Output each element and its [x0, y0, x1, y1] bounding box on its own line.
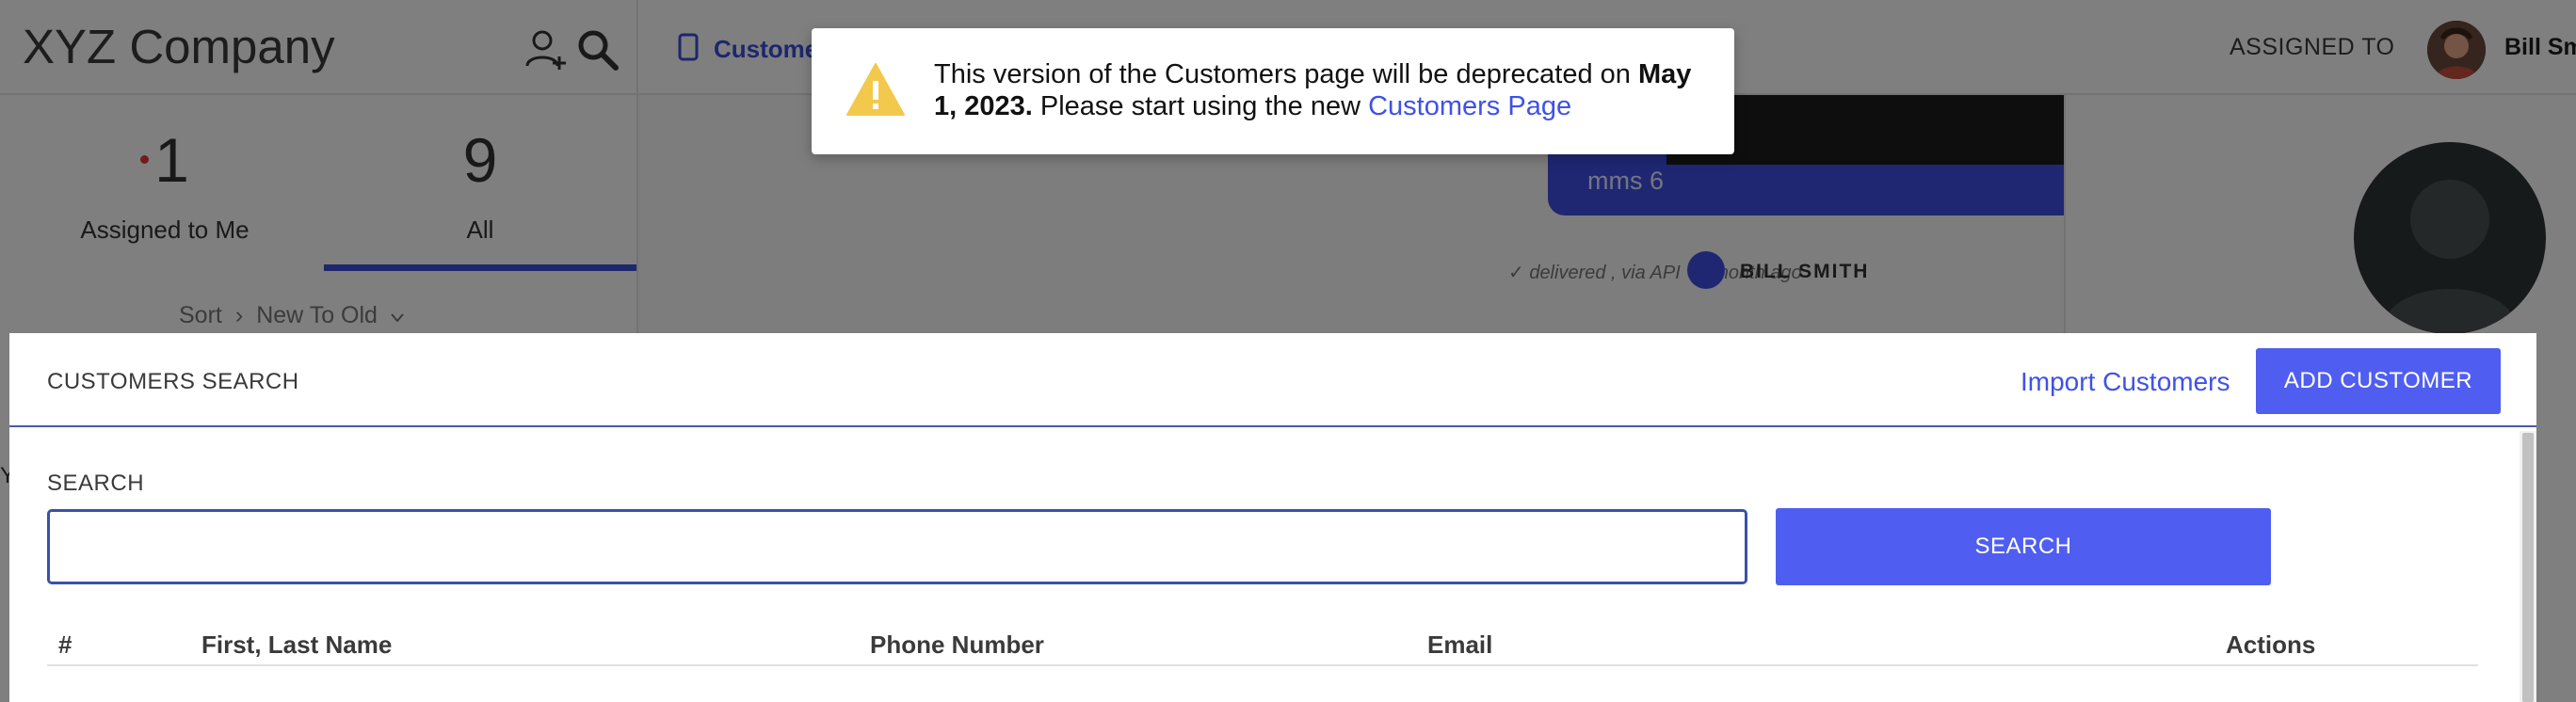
column-header-name[interactable]: First, Last Name: [201, 630, 392, 660]
message-text: Please start using the new: [1032, 91, 1369, 121]
column-header-phone[interactable]: Phone Number: [870, 630, 1044, 660]
add-customer-button[interactable]: ADD CUSTOMER: [2256, 348, 2501, 414]
table-header: # First, Last Name Phone Number Email Ac…: [47, 627, 2478, 666]
import-customers-link[interactable]: Import Customers: [2021, 367, 2230, 397]
modal-title: CUSTOMERS SEARCH: [47, 369, 299, 394]
search-input[interactable]: [47, 509, 1747, 584]
deprecation-toast: This version of the Customers page will …: [812, 28, 1734, 154]
warning-icon: [845, 62, 906, 117]
column-header-number: #: [58, 630, 72, 659]
modal-scrollbar[interactable]: [2520, 431, 2536, 702]
column-header-email[interactable]: Email: [1427, 630, 1492, 660]
column-header-actions: Actions: [2226, 630, 2316, 659]
search-label: SEARCH: [47, 471, 145, 496]
scrollbar-thumb[interactable]: [2522, 433, 2534, 702]
message-text: This version of the Customers page will …: [934, 59, 1638, 89]
search-button[interactable]: SEARCH: [1776, 508, 2271, 585]
customers-search-modal: CUSTOMERS SEARCH Import Customers ADD CU…: [9, 333, 2536, 702]
deprecation-message: This version of the Customers page will …: [934, 58, 1706, 122]
customers-page-link[interactable]: Customers Page: [1368, 91, 1571, 121]
modal-header: CUSTOMERS SEARCH Import Customers ADD CU…: [9, 333, 2536, 427]
